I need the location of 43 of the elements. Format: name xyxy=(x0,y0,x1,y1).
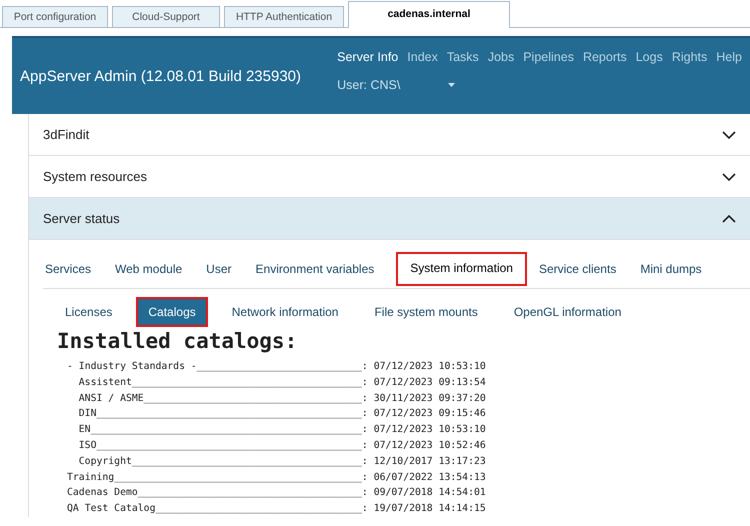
browser-tab[interactable]: HTTP Authentication xyxy=(224,6,344,27)
browser-tab[interactable]: Port configuration xyxy=(2,6,108,27)
catalog-entry: Copyright_______________________________________: 12/10/2017 13:17:23 xyxy=(78,454,486,469)
user-menu[interactable]: User: CNS\ xyxy=(337,78,742,92)
tab[interactable]: Web module xyxy=(113,252,194,286)
sub-tab[interactable]: OpenGL information xyxy=(502,297,634,327)
tab[interactable]: Environment variables xyxy=(254,252,386,286)
browser-tab[interactable]: cadenas.internal xyxy=(348,1,510,28)
app-title: AppServer Admin (12.08.01 Build 235930) xyxy=(20,68,302,84)
nav-link[interactable]: Rights xyxy=(672,50,708,64)
nav-link[interactable]: Reports xyxy=(582,50,627,64)
catalog-entry: EN______________________________________________: 07/12/2023 10:53:10 xyxy=(78,423,486,438)
nav-link[interactable]: Tasks xyxy=(446,50,479,64)
chevron-icon xyxy=(722,130,736,138)
nav-link[interactable]: Jobs xyxy=(488,50,514,64)
nav-link[interactable]: Help xyxy=(716,50,742,64)
catalog-entry: QA Test Catalog___________________________________: 19/07/2018 14:14:15 xyxy=(67,502,486,516)
catalog-entry: ISO_____________________________________________: 07/12/2023 10:52:46 xyxy=(78,438,486,453)
sub-tab[interactable]: Catalogs xyxy=(136,297,208,327)
catalog-entry: DIN_____________________________________________: 07/12/2023 09:15:46 xyxy=(78,407,486,422)
sub-tab[interactable]: Network information xyxy=(220,297,350,327)
tab[interactable]: User xyxy=(204,252,244,286)
catalog-entry: ANSI / ASME_____________________________________: 30/11/2023 09:37:20 xyxy=(78,392,486,406)
chevron-icon xyxy=(722,172,736,180)
sub-tab[interactable]: Licenses xyxy=(53,297,124,327)
nav-link[interactable]: Pipelines xyxy=(523,50,574,64)
browser-tab[interactable]: Cloud-Support xyxy=(112,6,220,27)
catalog-entry: Training__________________________________________: 06/07/2022 13:54:13 xyxy=(67,470,486,485)
catalog-entry: Cadenas Demo______________________________________: 09/07/2018 14:54:01 xyxy=(67,486,486,500)
nav-link[interactable]: Server Info xyxy=(337,50,398,64)
chevron-icon xyxy=(722,214,736,222)
tab[interactable]: Service clients xyxy=(536,252,628,286)
nav-link[interactable]: Logs xyxy=(636,50,663,64)
tab[interactable]: System information xyxy=(396,252,527,286)
catalog-entry: - Industry Standards -____________________________: 07/12/2023 10:53:10 xyxy=(67,360,486,374)
accordion-header[interactable]: Server status xyxy=(29,198,750,240)
tab[interactable]: Mini dumps xyxy=(638,252,714,286)
section-heading: Installed catalogs: xyxy=(57,329,298,353)
sub-tab[interactable]: File system mounts xyxy=(362,297,490,327)
caret-icon xyxy=(448,83,456,87)
catalog-entry: Assistent_______________________________________: 07/12/2023 09:13:54 xyxy=(78,376,486,390)
tab[interactable]: Services xyxy=(43,252,104,286)
nav-link[interactable]: Index xyxy=(407,50,438,64)
